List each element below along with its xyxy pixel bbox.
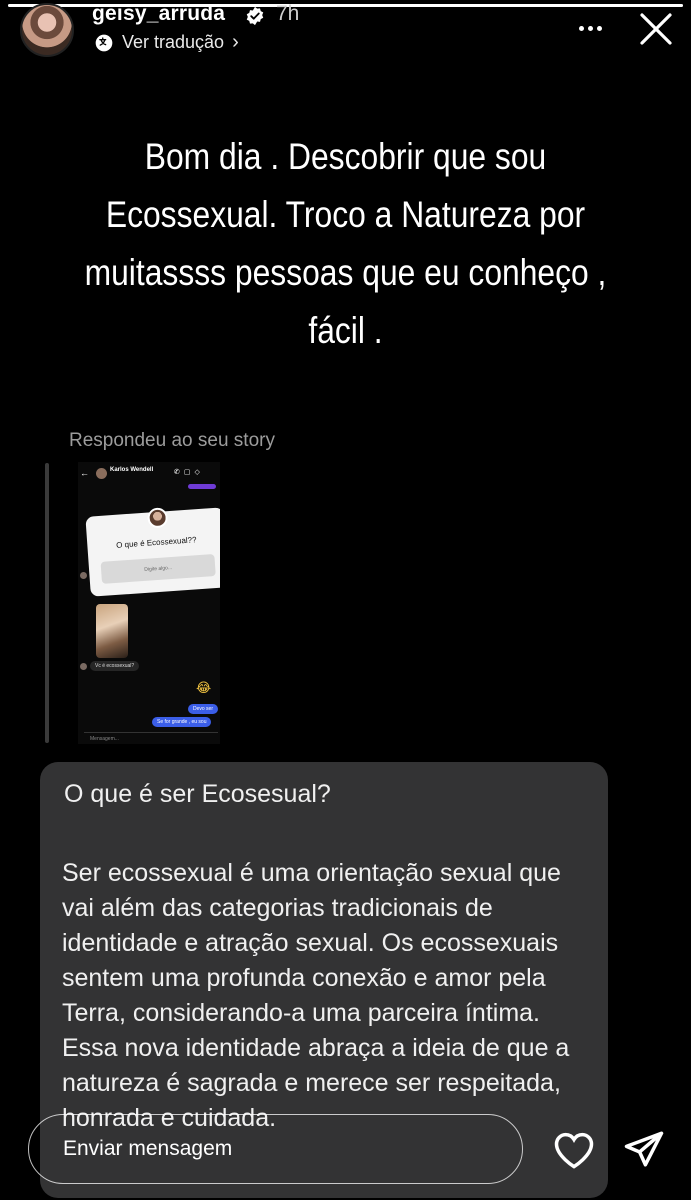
sent-message: Devo ser (188, 704, 219, 714)
sticker-avatar (146, 507, 169, 529)
more-dot-icon (596, 25, 602, 31)
chevron-right-icon: › (232, 31, 239, 53)
info-card-title: O que é ser Ecosesual? (64, 780, 331, 808)
more-options-button[interactable] (572, 14, 608, 42)
story-caption-line: fácil . (308, 310, 383, 351)
heart-icon[interactable] (553, 1130, 595, 1170)
sent-message: Se for grande , eu sou (152, 717, 212, 727)
story-caption-line: Bom dia . Descobrir que sou (144, 136, 547, 177)
story-caption-line: muitassss pessoas que eu conheço , (84, 252, 607, 293)
story-thumbnail (96, 604, 128, 658)
translate-icon (95, 34, 113, 51)
received-message: Vc é ecossexual? (90, 661, 140, 671)
send-icon[interactable] (623, 1128, 665, 1170)
avatar[interactable] (20, 3, 74, 57)
dm-sender-avatar (80, 572, 87, 579)
verified-badge-icon (246, 6, 264, 26)
replied-label: Respondeu ao seu story (69, 430, 275, 451)
more-dot-icon (587, 25, 593, 31)
translate-button[interactable]: Ver tradução › (94, 31, 239, 54)
translate-label: Ver tradução (122, 32, 225, 52)
dm-message-input: Mensagem... (84, 732, 218, 744)
more-dot-icon (578, 25, 584, 31)
laughing-emoji: 😂 (196, 680, 212, 695)
story-caption-line: Ecossexual. Troco a Natureza por (105, 194, 586, 235)
back-arrow-icon: ← (80, 468, 89, 478)
dm-purple-bubble (188, 484, 216, 489)
dm-sender-avatar (80, 663, 87, 670)
call-video-icons: ✆▢◇ (174, 469, 204, 476)
close-icon[interactable] (636, 9, 676, 49)
info-card-body: Ser ecossexual é uma orientação sexual q… (62, 859, 570, 1132)
reply-quote-bar (45, 463, 49, 743)
dm-contact-name: Karlos Wendell (110, 467, 154, 473)
question-sticker: O que é Ecossexual?? Digite algo... (85, 507, 220, 597)
story-caption: Bom dia . Descobrir que sou Ecossexual. … (83, 128, 608, 360)
sticker-input: Digite algo... (100, 554, 216, 584)
post-time: 7h (276, 2, 300, 25)
dm-avatar (96, 468, 107, 479)
username[interactable]: geisy_arruda (92, 2, 225, 26)
dm-screenshot: ← Karlos Wendell ✆▢◇ O que é Ecossexual?… (78, 462, 220, 744)
send-message-input[interactable]: Enviar mensagem (28, 1114, 523, 1184)
sticker-question: O que é Ecossexual?? (115, 535, 197, 550)
